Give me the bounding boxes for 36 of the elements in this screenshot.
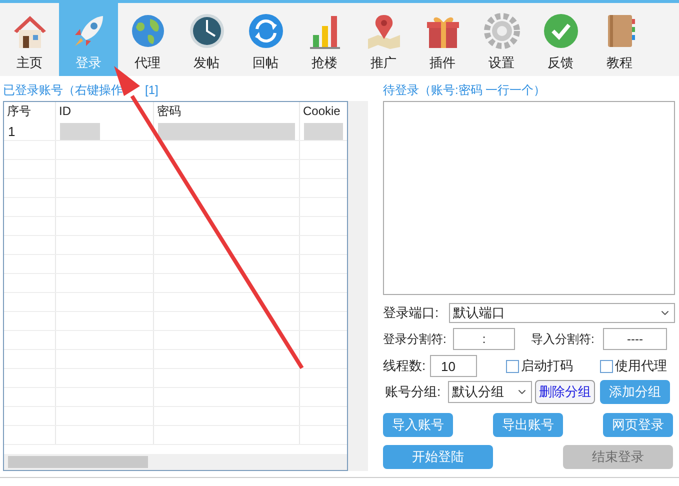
field-label: 导入分割符: bbox=[531, 331, 596, 348]
account-count: [1] bbox=[145, 82, 158, 99]
separator-input[interactable]: ---- bbox=[603, 328, 667, 350]
field-label: 账号分组: bbox=[384, 383, 442, 402]
panel-title: 待登录（账号:密码 一行一个） bbox=[383, 82, 547, 99]
panel-title: 已登录账号（右键操作 bbox=[3, 82, 123, 99]
column-header: 密码 bbox=[154, 102, 300, 122]
column-header: ID bbox=[56, 102, 154, 122]
action-button[interactable]: 删除分组 bbox=[535, 380, 595, 404]
horizontal-scrollbar[interactable] bbox=[4, 454, 347, 470]
column-header: 序号 bbox=[4, 102, 56, 122]
accounts-input[interactable] bbox=[383, 101, 675, 295]
toolbar-tab[interactable]: 回帖 bbox=[236, 3, 295, 76]
field-label: 登录分割符: bbox=[383, 331, 448, 348]
toolbar-tab[interactable]: 插件 bbox=[413, 3, 472, 76]
toolbar-tab[interactable]: 反馈 bbox=[531, 3, 590, 76]
checkbox[interactable] bbox=[600, 360, 613, 372]
checkbox-label: 启动打码 bbox=[521, 357, 573, 376]
settings-icon bbox=[482, 11, 522, 51]
group-select[interactable]: 默认分组 bbox=[448, 381, 532, 403]
checkbox[interactable] bbox=[506, 360, 519, 372]
field-label: 线程数: bbox=[383, 357, 427, 376]
toolbar-tab[interactable]: 抢楼 bbox=[295, 3, 354, 76]
checkbox-label: 使用代理 bbox=[615, 357, 667, 376]
vertical-scrollbar[interactable] bbox=[348, 101, 368, 471]
toolbar-tab[interactable]: 发帖 bbox=[177, 3, 236, 76]
table-cell: 1 bbox=[4, 122, 56, 140]
toolbar-tab[interactable]: 教程 bbox=[590, 3, 649, 76]
field-label: 登录端口: bbox=[383, 304, 440, 322]
toolbar-tab[interactable]: 设置 bbox=[472, 3, 531, 76]
port-select[interactable]: 默认端口 bbox=[449, 303, 675, 323]
toolbar-tab[interactable]: 推广 bbox=[354, 3, 413, 76]
toolbar-tab[interactable]: 主页 bbox=[0, 3, 59, 76]
separator-input[interactable]: : bbox=[453, 328, 515, 350]
toolbar-tab[interactable]: 代理 bbox=[118, 3, 177, 76]
threads-input[interactable]: 10 bbox=[430, 355, 477, 377]
